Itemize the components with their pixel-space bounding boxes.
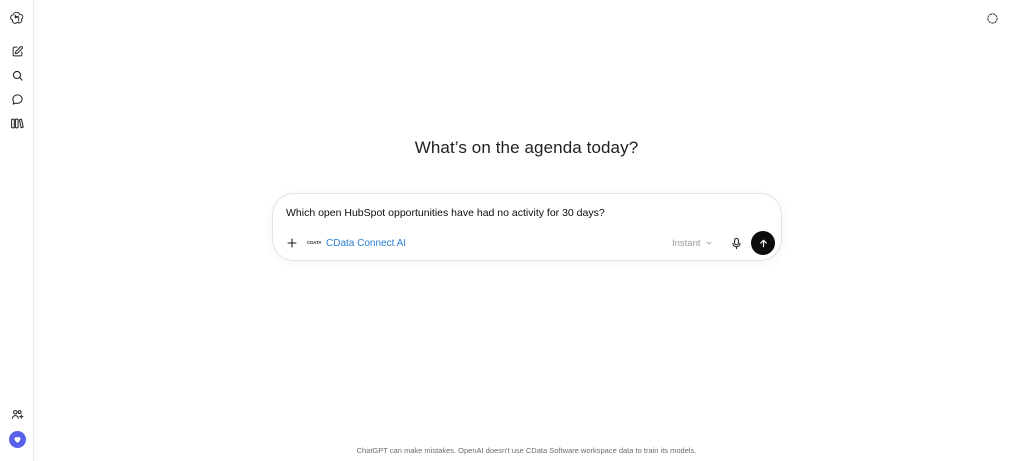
connector-label: CData Connect AI [326, 237, 407, 249]
chat-app: What’s on the agenda today? Which open H… [0, 0, 1019, 461]
disclaimer-text: ChatGPT can make mistakes. OpenAI doesn'… [356, 446, 697, 455]
cdata-logo: CDATA [307, 240, 321, 245]
sidebar-rail [0, 0, 34, 461]
add-attachment-button[interactable] [284, 235, 300, 251]
openai-logo-icon[interactable] [6, 7, 28, 29]
connector-chip[interactable]: CDATA CData Connect AI [307, 236, 406, 250]
new-chat-icon[interactable] [6, 40, 28, 62]
send-button[interactable] [751, 231, 775, 255]
mode-label: Instant [672, 237, 701, 249]
page-title: What’s on the agenda today? [414, 138, 639, 157]
arrow-up-icon [759, 239, 767, 247]
invite-members-icon[interactable] [6, 403, 28, 425]
temporary-chat-icon[interactable] [982, 8, 1002, 28]
library-icon[interactable] [6, 112, 28, 134]
dictate-button[interactable] [728, 235, 744, 251]
heart-icon [14, 437, 21, 443]
prompt-input[interactable]: Which open HubSpot opportunities have ha… [286, 207, 756, 219]
microphone-icon [731, 237, 741, 249]
search-icon[interactable] [6, 64, 28, 86]
mode-select[interactable]: Instant [672, 236, 713, 250]
plus-icon [287, 238, 297, 248]
chat-bubble-icon[interactable] [6, 88, 28, 110]
composer: Which open HubSpot opportunities have ha… [272, 193, 782, 261]
chevron-down-icon [706, 241, 711, 245]
